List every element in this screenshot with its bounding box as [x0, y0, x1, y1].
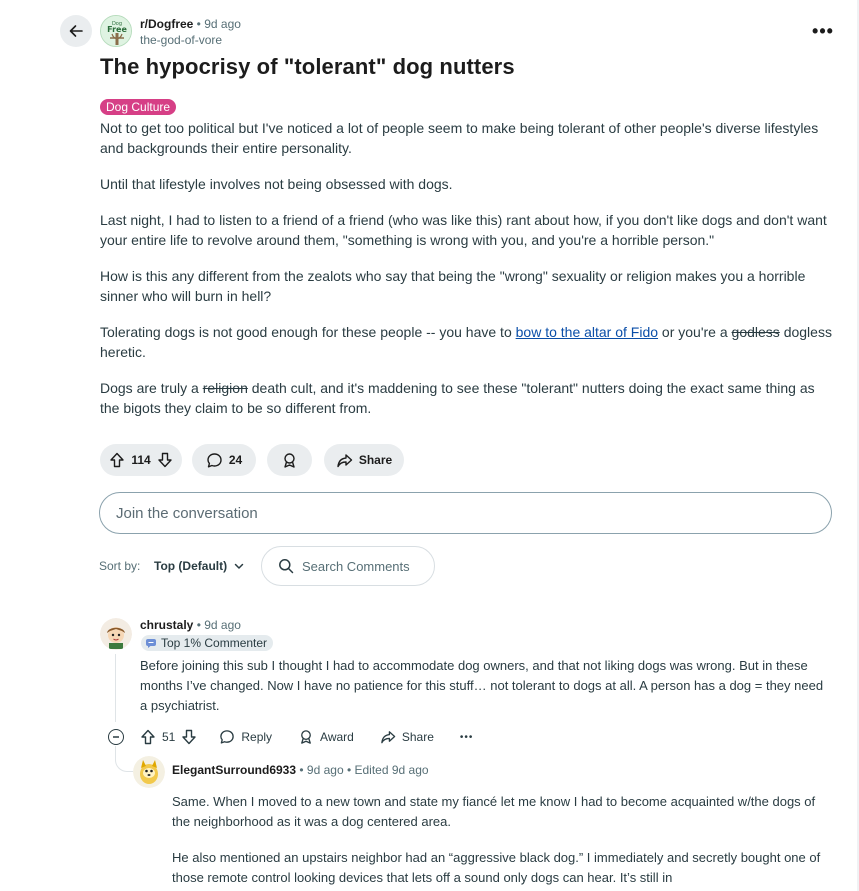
post-paragraph: Not to get too political but I've notice…: [100, 120, 819, 156]
subreddit-avatar[interactable]: Dog Free: [100, 15, 132, 47]
subreddit-name[interactable]: r/Dogfree: [140, 17, 193, 31]
post-title: The hypocrisy of "tolerant" dog nutters: [100, 54, 515, 79]
comment-time: 9d ago: [204, 618, 241, 632]
badge-label: Top 1% Commenter: [161, 636, 268, 650]
reply-label: Reply: [241, 730, 273, 744]
sort-dropdown[interactable]: Top (Default): [154, 559, 245, 573]
search-icon: [279, 559, 294, 574]
avatar[interactable]: [100, 618, 132, 650]
reply-button[interactable]: Reply: [219, 729, 272, 745]
comment-more-options-button[interactable]: •••: [460, 732, 474, 743]
comments-button[interactable]: 24: [192, 444, 256, 476]
avatar[interactable]: [133, 756, 165, 788]
collapse-thread-button[interactable]: [108, 729, 124, 745]
downvote-icon[interactable]: [157, 452, 173, 468]
award-button[interactable]: [267, 444, 312, 476]
svg-text:Free: Free: [107, 25, 127, 34]
chevron-down-icon: [234, 563, 244, 569]
vote-count: 114: [131, 453, 151, 467]
minus-icon: [113, 736, 119, 738]
post-link[interactable]: bow to the altar of Fido: [516, 324, 658, 340]
share-icon: [337, 453, 353, 467]
comment-time: 9d ago: [306, 763, 344, 777]
post-author[interactable]: the-god-of-vore: [140, 33, 222, 47]
user-avatar-icon: [133, 756, 165, 788]
vote-pill: 114: [100, 444, 182, 476]
more-options-icon: •••: [459, 731, 474, 743]
sort-value: Top (Default): [154, 559, 228, 573]
text-segment: Dogs are truly a: [100, 380, 203, 396]
award-icon: [301, 730, 311, 744]
strikethrough-text: religion: [202, 380, 248, 396]
post-flair[interactable]: Dog Culture: [100, 99, 177, 115]
back-button[interactable]: [60, 15, 92, 47]
search-comments-label: Search Comments: [302, 558, 410, 574]
comment-body: Before joining this sub I thought I had …: [140, 658, 824, 713]
comment-icon: [207, 452, 222, 467]
upvote-icon[interactable]: [109, 452, 125, 468]
upvote-icon[interactable]: [140, 729, 156, 745]
search-comments-button[interactable]: Search Comments: [261, 546, 435, 586]
post-paragraph: How is this any different from the zealo…: [100, 268, 806, 304]
comment-paragraph: Same. When I moved to a new town and sta…: [172, 794, 816, 829]
downvote-icon[interactable]: [181, 729, 197, 745]
meta-separator: •: [299, 763, 307, 777]
share-button[interactable]: Share: [324, 444, 404, 476]
subreddit-logo-icon: Dog Free: [101, 16, 131, 46]
post-paragraph: Last night, I had to listen to a friend …: [100, 212, 827, 248]
comment-share-button[interactable]: Share: [380, 729, 434, 745]
comment-body: Same. When I moved to a new town and sta…: [172, 792, 832, 891]
comment-paragraph: He also mentioned an upstairs neighbor h…: [172, 850, 821, 885]
comment-edited: Edited 9d ago: [354, 763, 429, 777]
share-label: Share: [358, 453, 393, 467]
comment-username[interactable]: chrustaly: [140, 618, 193, 632]
thread-line: [115, 654, 116, 722]
comment-vote-count: 51: [162, 730, 176, 744]
share-icon: [381, 731, 396, 744]
post-body: Not to get too political but I've notice…: [100, 118, 835, 434]
sort-label: Sort by:: [99, 559, 141, 573]
post-time: 9d ago: [204, 17, 241, 31]
user-avatar-icon: [100, 618, 132, 650]
commenter-badge: Top 1% Commenter: [141, 635, 274, 651]
comment-actions: 51 Reply Award Share •••: [140, 727, 473, 747]
text-segment: or you're a: [658, 324, 732, 340]
arrow-left-icon: [69, 25, 83, 37]
comment-share-label: Share: [401, 730, 434, 744]
post-paragraph: Until that lifestyle involves not being …: [100, 176, 453, 192]
join-conversation-input[interactable]: Join the conversation: [99, 492, 832, 534]
comment-header: ElegantSurround6933 • 9d ago • Edited 9d…: [172, 763, 429, 777]
post-meta-line: r/Dogfree • 9d ago: [140, 17, 241, 31]
strikethrough-text: godless: [731, 324, 780, 340]
meta-separator: •: [193, 17, 205, 31]
meta-separator: •: [343, 763, 355, 777]
comment-award-button[interactable]: Award: [298, 729, 354, 745]
award-icon: [284, 452, 295, 468]
post-paragraph: Dogs are truly a religion death cult, an…: [100, 378, 835, 418]
award-label: Award: [320, 730, 354, 744]
post-more-options-button[interactable]: •••: [808, 18, 838, 44]
reply-connector: [115, 746, 133, 772]
comment-header: chrustaly • 9d ago: [140, 618, 241, 632]
comment-username[interactable]: ElegantSurround6933: [172, 763, 296, 777]
comment-icon: [220, 730, 235, 744]
text-segment: Tolerating dogs is not good enough for t…: [100, 324, 516, 340]
join-conversation-placeholder: Join the conversation: [116, 504, 258, 522]
more-options-icon: •••: [812, 20, 834, 41]
comment-count: 24: [228, 453, 243, 467]
comment-vote: 51: [140, 729, 197, 745]
top-commenter-icon: [146, 639, 156, 648]
post-paragraph: Tolerating dogs is not good enough for t…: [100, 322, 835, 362]
